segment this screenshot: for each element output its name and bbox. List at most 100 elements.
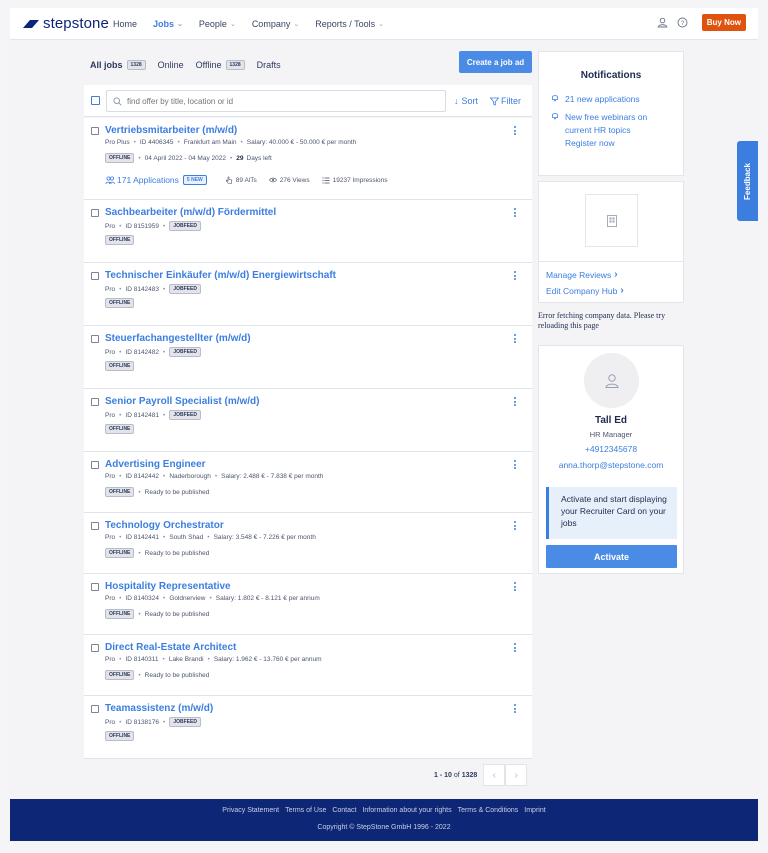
job-title-link[interactable]: Senior Payroll Specialist (m/w/d) — [105, 396, 260, 407]
nav-item-home[interactable]: Home — [113, 19, 137, 29]
alts-value: 89 AlTs — [235, 176, 257, 184]
manage-reviews-link[interactable]: Manage Reviews › — [546, 269, 683, 280]
job-row[interactable]: Technology Orchestrator Pro • ID 8142441 • So… — [84, 513, 532, 574]
nav-item-reports-tools[interactable]: Reports / Tools ⌄ — [315, 19, 384, 29]
nav-item-label: Jobs — [153, 19, 175, 29]
job-meta: Pro • ID 8142481 • JOBFEED — [105, 410, 201, 420]
job-meta: Pro • ID 8142483 • JOBFEED — [105, 284, 201, 294]
footer-link[interactable]: Terms & Conditions — [458, 807, 519, 814]
job-meta-item: Pro — [105, 718, 116, 726]
nav-item-jobs[interactable]: Jobs ⌄ — [153, 19, 183, 29]
job-checkbox[interactable] — [91, 398, 99, 406]
job-title-link[interactable]: Technischer Einkäufer (m/w/d) Energiewir… — [105, 270, 336, 281]
job-checkbox[interactable] — [91, 522, 99, 530]
job-meta: Pro • ID 8138176 • JOBFEED — [105, 717, 201, 727]
footer-link[interactable]: Terms of Use — [285, 807, 326, 814]
job-title-link[interactable]: Steuerfachangestellter (m/w/d) — [105, 333, 251, 344]
job-checkbox[interactable] — [91, 461, 99, 469]
sort-button[interactable]: ↓ Sort — [454, 96, 478, 106]
job-title-link[interactable]: Advertising Engineer — [105, 459, 206, 470]
separator-dot: • — [163, 473, 166, 480]
jobfeed-badge: JOBFEED — [169, 221, 201, 231]
job-meta-item: ID 8142481 — [125, 411, 160, 419]
recruiter-phone[interactable]: +4912345678 — [539, 444, 683, 454]
job-meta-item: Salary: 1.802 € - 8.121 € per annum — [215, 595, 320, 602]
footer-link[interactable]: Imprint — [524, 807, 545, 814]
recruiter-name: Tall Ed — [594, 415, 628, 426]
more-options-icon[interactable] — [513, 643, 516, 654]
pagination: 1 - 10 of 1328 ‹ › — [434, 764, 528, 786]
more-options-icon[interactable] — [513, 271, 516, 282]
notification-item[interactable]: 21 new applications — [551, 93, 640, 106]
more-options-icon[interactable] — [513, 521, 516, 532]
avatar — [584, 353, 639, 408]
create-job-ad-button[interactable]: Create a job ad — [459, 51, 532, 73]
recruiter-email[interactable]: anna.thorp@stepstone.com — [539, 460, 683, 470]
nav-item-company[interactable]: Company ⌄ — [252, 19, 299, 29]
notification-item[interactable]: New free webinars on current HR topics R… — [551, 111, 661, 150]
job-checkbox[interactable] — [91, 705, 99, 713]
select-all-checkbox[interactable] — [91, 96, 100, 105]
nav-item-people[interactable]: People ⌄ — [199, 19, 236, 29]
status-text: Ready to be published — [144, 671, 210, 679]
user-icon[interactable] — [656, 16, 670, 30]
job-stats: 171 Applications 5 NEW 89 AlTs 276 Views 192… — [105, 175, 388, 185]
more-options-icon[interactable] — [513, 582, 516, 593]
job-title-link[interactable]: Technology Orchestrator — [105, 520, 224, 531]
next-page-button[interactable]: › — [505, 764, 528, 786]
tab-offline[interactable]: Offline 1328 — [196, 60, 245, 70]
search-field[interactable] — [106, 90, 446, 112]
footer-link[interactable]: Information about your rights — [362, 807, 451, 814]
more-options-icon[interactable] — [513, 460, 516, 471]
more-options-icon[interactable] — [513, 704, 516, 715]
tab-all-jobs[interactable]: All jobs 1328 — [90, 60, 146, 70]
job-row[interactable]: Direct Real-Estate Architect Pro • ID 81403… — [84, 635, 532, 696]
job-row[interactable]: Hospitality Representative Pro • ID 8140324… — [84, 574, 532, 635]
stepstone-logo[interactable]: stepstone — [22, 15, 109, 32]
more-options-icon[interactable] — [513, 126, 516, 137]
help-icon[interactable]: ? — [676, 16, 690, 30]
search-input[interactable] — [127, 96, 427, 106]
more-options-icon[interactable] — [513, 334, 516, 345]
pointer-icon — [225, 176, 232, 184]
job-row[interactable]: Steuerfachangestellter (m/w/d) Pro • ID 814… — [84, 326, 532, 389]
prev-page-button[interactable]: ‹ — [483, 764, 506, 786]
job-checkbox[interactable] — [91, 127, 99, 135]
footer-link[interactable]: Privacy Statement — [222, 807, 279, 814]
job-title-link[interactable]: Vertriebsmitarbeiter (m/w/d) — [105, 125, 237, 136]
new-applications-badge: 5 NEW — [182, 175, 207, 185]
applications-link[interactable]: 171 Applications 5 NEW — [105, 175, 207, 185]
job-checkbox[interactable] — [91, 335, 99, 343]
job-title-link[interactable]: Direct Real-Estate Architect — [105, 642, 236, 653]
recruiter-card: Tall Ed HR Manager +4912345678 anna.thor… — [538, 345, 684, 574]
footer-link[interactable]: Contact — [332, 807, 356, 814]
activate-button[interactable]: Activate — [546, 545, 677, 568]
feedback-tab[interactable]: Feedback — [737, 141, 758, 221]
edit-company-hub-link[interactable]: Edit Company Hub › — [546, 285, 683, 296]
job-row[interactable]: Teamassistenz (m/w/d) Pro • ID 8138176 • JOBF… — [84, 696, 532, 759]
job-meta: Pro • ID 8140311 • Lake Brandi • Salary: 1.962… — [105, 656, 322, 663]
job-title-link[interactable]: Hospitality Representative — [105, 581, 231, 592]
job-row[interactable]: Senior Payroll Specialist (m/w/d) Pro • ID … — [84, 389, 532, 452]
job-checkbox[interactable] — [91, 272, 99, 280]
job-checkbox[interactable] — [91, 644, 99, 652]
job-title-link[interactable]: Sachbearbeiter (m/w/d) Fördermittel — [105, 207, 276, 218]
job-title-link[interactable]: Teamassistenz (m/w/d) — [105, 703, 213, 714]
job-row[interactable]: Vertriebsmitarbeiter (m/w/d) Pro Plus • ID … — [84, 118, 532, 200]
separator-dot: • — [163, 348, 166, 356]
job-checkbox[interactable] — [91, 209, 99, 217]
chevron-down-icon: ⌄ — [378, 21, 384, 28]
more-options-icon[interactable] — [513, 397, 516, 408]
tab-online[interactable]: Online — [158, 60, 184, 70]
filter-button[interactable]: Filter — [490, 96, 521, 106]
separator-dot: • — [240, 139, 243, 146]
recruiter-role: HR Manager — [589, 430, 633, 439]
more-options-icon[interactable] — [513, 208, 516, 219]
job-row[interactable]: Technischer Einkäufer (m/w/d) Energiewir… — [84, 263, 532, 326]
job-meta-item: Pro — [105, 285, 116, 293]
job-row[interactable]: Sachbearbeiter (m/w/d) Fördermittel Pro • I… — [84, 200, 532, 263]
job-checkbox[interactable] — [91, 583, 99, 591]
buy-now-button[interactable]: Buy Now — [701, 14, 746, 31]
job-row[interactable]: Advertising Engineer Pro • ID 8142442 • Nader… — [84, 452, 532, 513]
tab-drafts[interactable]: Drafts — [257, 60, 281, 70]
